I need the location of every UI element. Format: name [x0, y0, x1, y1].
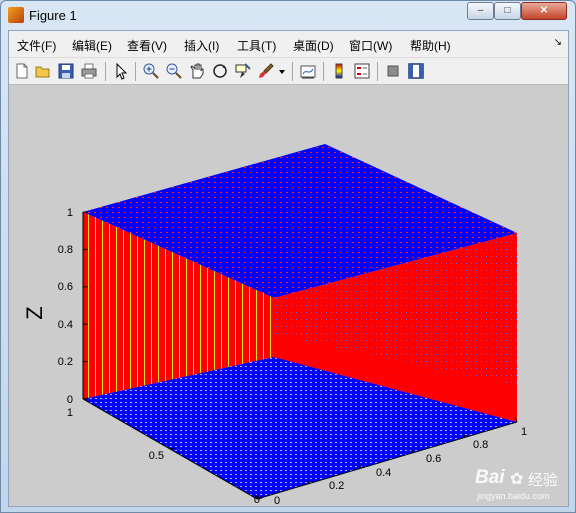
menu-desktop[interactable]: 桌面(D) [293, 37, 334, 54]
x-tick-label: 0.6 [426, 453, 441, 465]
z-tick-label: 0.6 [58, 281, 73, 293]
window-title: Figure 1 [29, 8, 77, 23]
paw-icon: ✿ [510, 471, 524, 488]
watermark-url: jingyan.baidu.com [477, 491, 550, 501]
z-tick-label: 1 [67, 207, 73, 219]
z-tick-label: 0.2 [58, 356, 73, 368]
menu-insert[interactable]: 插入(I) [184, 37, 219, 54]
brush-icon[interactable] [257, 62, 275, 80]
new-figure-icon[interactable] [13, 62, 31, 80]
x-tick-label: 0.4 [376, 467, 391, 479]
open-file-icon[interactable] [34, 62, 52, 80]
data-cursor-icon[interactable] [234, 62, 252, 80]
figure-toolbar [9, 57, 568, 85]
x-tick-label: 0.8 [473, 439, 488, 451]
x-tick-label: 1 [521, 426, 527, 438]
dropdown-arrow-icon[interactable] [277, 62, 287, 80]
figure-client: 文件(F) 编辑(E) 查看(V) 插入(I) 工具(T) 桌面(D) 窗口(W… [8, 30, 569, 507]
z-tick-label: 0 [67, 394, 73, 406]
toolbar-separator [135, 62, 136, 81]
minimize-button[interactable]: – [467, 2, 494, 20]
menu-help[interactable]: 帮助(H) [410, 37, 451, 54]
toolbar-separator [323, 62, 324, 81]
pan-hand-icon[interactable] [188, 62, 206, 80]
watermark-brand: Bai [475, 467, 505, 488]
legend-icon[interactable] [353, 62, 371, 80]
z-tick-labels: 1 0.8 0.6 0.4 0.2 0 [58, 207, 73, 406]
x-tick-label: 0 [274, 495, 280, 506]
toolbar-separator [377, 62, 378, 81]
zoom-out-icon[interactable] [165, 62, 183, 80]
zoom-in-icon[interactable] [142, 62, 160, 80]
z-tick-label: 0.4 [58, 319, 73, 331]
surface-plot[interactable]: 1 0.8 0.6 0.4 0.2 0 1 0.5 0 0 0.2 0.4 0.… [9, 85, 568, 506]
y-tick-label: 0.5 [149, 450, 164, 462]
colorbar-icon[interactable] [330, 62, 348, 80]
arrow-pointer-icon[interactable] [112, 62, 130, 80]
maximize-button[interactable]: □ [494, 2, 521, 20]
save-icon[interactable] [57, 62, 75, 80]
z-tick-label: 0.8 [58, 244, 73, 256]
menu-overflow-icon[interactable]: ↘ [554, 37, 562, 48]
hide-plot-tools-icon[interactable] [384, 62, 402, 80]
menu-tools[interactable]: 工具(T) [237, 37, 276, 54]
toolbar-separator [105, 62, 106, 81]
close-button[interactable]: ✕ [521, 2, 567, 20]
show-plot-tools-icon[interactable] [407, 62, 425, 80]
x-tick-label: 0.2 [329, 480, 344, 492]
menu-file[interactable]: 文件(F) [17, 37, 56, 54]
matlab-icon [8, 7, 24, 23]
menu-view[interactable]: 查看(V) [127, 37, 167, 54]
figure-canvas: 1 0.8 0.6 0.4 0.2 0 1 0.5 0 0 0.2 0.4 0.… [9, 85, 568, 506]
rotate-3d-icon[interactable] [211, 62, 229, 80]
figure-window: Figure 1 – □ ✕ 文件(F) 编辑(E) 查看(V) 插入(I) 工… [0, 0, 576, 513]
z-axis-label: Z [22, 306, 47, 319]
y-axis-label: Y [155, 503, 170, 506]
link-plot-icon[interactable] [299, 62, 317, 80]
y-tick-label: 1 [67, 407, 73, 419]
menu-edit[interactable]: 编辑(E) [72, 37, 112, 54]
print-icon[interactable] [80, 62, 98, 80]
title-bar[interactable]: Figure 1 – □ ✕ [1, 1, 575, 30]
menu-bar: 文件(F) 编辑(E) 查看(V) 插入(I) 工具(T) 桌面(D) 窗口(W… [9, 31, 568, 57]
y-tick-label: 0 [254, 494, 260, 506]
watermark-sub: 经验 [528, 472, 559, 489]
menu-window[interactable]: 窗口(W) [349, 37, 392, 54]
watermark: Bai ✿ 经验 jingyan.baidu.com [475, 467, 567, 503]
toolbar-separator [292, 62, 293, 81]
